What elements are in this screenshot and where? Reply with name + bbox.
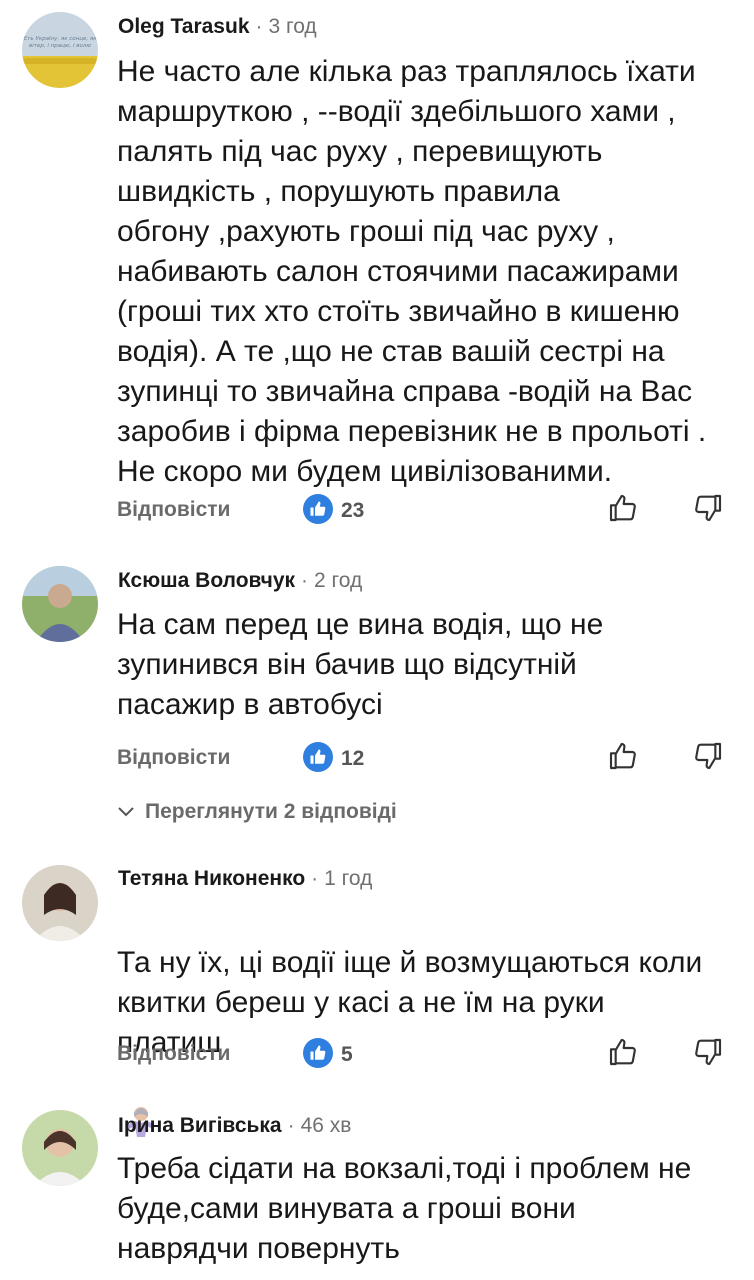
separator-dot: · xyxy=(301,569,309,592)
like-badge-icon xyxy=(303,494,333,524)
chevron-down-icon xyxy=(117,800,135,824)
reply-button[interactable]: Відповісти xyxy=(117,746,230,770)
comment-text: Не часто але кілька раз траплялось їхати… xyxy=(117,55,707,488)
show-replies-button[interactable]: Переглянути 2 відповіді xyxy=(117,800,397,824)
thumbs-up-icon[interactable] xyxy=(607,1036,639,1073)
avatar[interactable] xyxy=(22,1110,98,1186)
like-badge-icon xyxy=(303,1038,333,1068)
avatar[interactable]: Єть Україну, як сонце, як вітер, і працю… xyxy=(22,12,98,88)
avatar[interactable] xyxy=(22,566,98,642)
avatar-photo xyxy=(22,1110,98,1186)
like-badge-icon xyxy=(303,742,333,772)
author-name[interactable]: Тетяна Никоненко xyxy=(118,867,305,890)
thumbs-down-icon[interactable] xyxy=(692,492,724,529)
reply-button[interactable]: Відповісти xyxy=(117,498,230,522)
like-count: 12 xyxy=(341,747,365,770)
reply-button[interactable]: Відповісти xyxy=(117,1042,230,1066)
svg-text:вітер, і працю, і волю: вітер, і працю, і волю xyxy=(29,43,91,49)
thumbs-up-icon[interactable] xyxy=(607,492,639,529)
like-count: 23 xyxy=(341,499,365,522)
comment-text: Та ну їх, ці водії іще й возмущаються ко… xyxy=(117,903,745,1150)
separator-dot: · xyxy=(255,15,263,38)
separator-dot: · xyxy=(311,867,319,890)
timestamp: 3 год xyxy=(268,15,317,38)
comment-text: Треба сідати на вокзалі,тоді і проблем н… xyxy=(117,1152,692,1265)
thumbs-down-icon[interactable] xyxy=(692,740,724,777)
comment-actions: Відповісти 12 xyxy=(117,740,737,780)
comment-header: Oleg Tarasuk · 3 год xyxy=(118,15,317,39)
comment-header: Ксюша Воловчук · 2 год xyxy=(118,569,362,593)
thumbs-up-icon[interactable] xyxy=(607,740,639,777)
comment-text: На сам перед це вина водія, що не зупини… xyxy=(117,608,604,721)
comment-header: Ірина Вигівська · 46 хв xyxy=(118,1114,351,1138)
show-replies-label: Переглянути 2 відповіді xyxy=(145,800,397,823)
like-count: 5 xyxy=(341,1043,353,1066)
separator-dot: · xyxy=(287,1114,295,1137)
timestamp: 2 год xyxy=(314,569,363,592)
timestamp: 46 хв xyxy=(300,1114,352,1137)
comment-actions: Відповісти 5 xyxy=(117,1036,737,1076)
author-name[interactable]: Ірина Вигівська xyxy=(118,1114,282,1137)
thumbs-down-icon[interactable] xyxy=(692,1036,724,1073)
author-name[interactable]: Oleg Tarasuk xyxy=(118,15,250,38)
avatar[interactable] xyxy=(22,865,98,941)
timestamp: 1 год xyxy=(324,867,373,890)
avatar-photo xyxy=(22,566,98,642)
avatar-photo xyxy=(22,865,98,941)
comment-header: Тетяна Никоненко · 1 год xyxy=(118,867,372,891)
comment-actions: Відповісти 23 xyxy=(117,492,737,532)
avatar-sunflower-field-image: Єть Україну, як сонце, як вітер, і працю… xyxy=(22,12,98,88)
author-name[interactable]: Ксюша Воловчук xyxy=(118,569,295,592)
svg-text:Єть Україну, як сонце, як: Єть Україну, як сонце, як xyxy=(23,36,97,42)
